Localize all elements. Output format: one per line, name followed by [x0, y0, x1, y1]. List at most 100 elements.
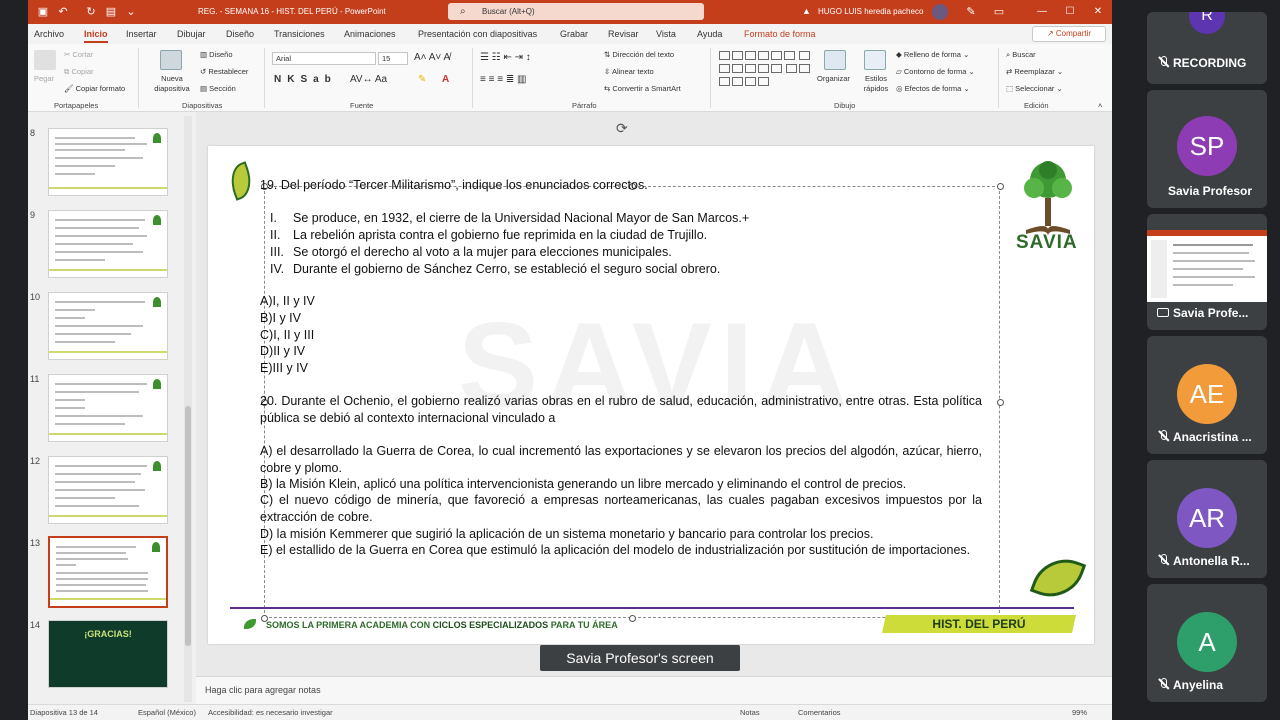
tab-archivo[interactable]: Archivo — [34, 29, 64, 39]
participant-tile[interactable]: AE Anacristina ... — [1147, 336, 1267, 454]
accessibility-status[interactable]: Accesibilidad: es necesario investigar — [208, 708, 333, 717]
answer-option[interactable]: B) la Misión Klein, aplicó una política … — [260, 476, 982, 493]
tab-ayuda[interactable]: Ayuda — [697, 29, 722, 39]
arrange-icon[interactable] — [824, 50, 846, 70]
question-19-title[interactable]: 19. Del período “Tercer Militarismo”, in… — [260, 177, 648, 194]
shape-outline-button[interactable]: ▱ Contorno de forma ⌄ — [896, 67, 975, 76]
highlight-icon[interactable]: ✎ — [418, 74, 426, 85]
format-painter-button[interactable]: 🖌 Copiar formato — [64, 84, 125, 93]
slide-thumbnail-13[interactable] — [48, 536, 168, 608]
resize-handle[interactable] — [997, 183, 1004, 190]
slide-thumbnail-10[interactable] — [48, 292, 168, 360]
tab-transiciones[interactable]: Transiciones — [274, 29, 325, 39]
thumbnails-scrollbar[interactable] — [184, 116, 192, 702]
answer-option[interactable]: A) el desarrollado la Guerra de Corea, l… — [260, 443, 982, 476]
answer-option[interactable]: C) el nuevo código de minería, que favor… — [260, 492, 982, 525]
save-icon[interactable]: ▣ — [36, 5, 50, 19]
font-grow-shrink-icons[interactable]: A˄ A˅ A̸ — [414, 52, 450, 63]
close-button[interactable]: ✕ — [1088, 4, 1108, 20]
maximize-button[interactable]: ☐ — [1060, 4, 1080, 20]
answer-option[interactable]: A)I, II y IV — [260, 293, 315, 310]
answer-option[interactable]: B)I y IV — [260, 310, 301, 327]
tab-animaciones[interactable]: Animaciones — [344, 29, 396, 39]
notes-pane[interactable]: Haga clic para agregar notas — [196, 676, 1112, 704]
paste-icon[interactable] — [34, 50, 56, 70]
question-20-title[interactable]: 20. Durante el Ochenio, el gobierno real… — [260, 393, 982, 426]
comments-toggle[interactable]: Comentarios — [798, 708, 841, 717]
new-slide-button[interactable]: Nueva diapositiva — [148, 74, 196, 94]
resize-handle[interactable] — [997, 399, 1004, 406]
tab-presentacion[interactable]: Presentación con diapositivas — [418, 29, 537, 39]
font-name-select[interactable]: Arial — [272, 52, 376, 65]
participant-tile-presenting[interactable]: Savia Profe... — [1147, 214, 1267, 330]
align-buttons[interactable]: ≡ ≡ ≡ ≣ ▥ — [480, 74, 526, 85]
char-spacing-case-icons[interactable]: AV↔ Aa — [350, 74, 387, 85]
cut-button[interactable]: ✂ Cortar — [64, 50, 93, 59]
slide-thumbnail-12[interactable] — [48, 456, 168, 524]
arrange-button[interactable]: Organizar — [817, 74, 850, 83]
user-avatar[interactable] — [932, 4, 948, 20]
font-color-icon[interactable]: A — [442, 74, 449, 85]
answer-option[interactable]: E) el estallido de la Guerra en Corea qu… — [260, 542, 982, 559]
statement-text[interactable]: La rebelión aprista contra el gobierno f… — [293, 227, 707, 244]
tab-formato-de-forma[interactable]: Formato de forma — [744, 29, 816, 39]
rotate-handle-icon[interactable]: ⟳ — [616, 120, 628, 137]
slide-thumbnail-14[interactable]: ¡GRACIAS! — [48, 620, 168, 688]
notes-toggle[interactable]: Notas — [740, 708, 760, 717]
warning-icon[interactable]: ▲ — [802, 6, 811, 16]
slide-thumbnail-11[interactable] — [48, 374, 168, 442]
replace-button[interactable]: ⇄ Reemplazar ⌄ — [1006, 67, 1063, 76]
tab-inicio[interactable]: Inicio — [84, 29, 108, 43]
language-indicator[interactable]: Español (México) — [138, 708, 196, 717]
layout-button[interactable]: ▥ Diseño — [200, 50, 233, 59]
minimize-button[interactable]: — — [1032, 4, 1052, 20]
undo-icon[interactable]: ↶ — [56, 5, 70, 19]
section-button[interactable]: ▤ Sección — [200, 84, 236, 93]
quick-styles-button[interactable]: Estilos rápidos — [856, 74, 896, 94]
tab-dibujar[interactable]: Dibujar — [177, 29, 206, 39]
search-box[interactable]: ⌕ Buscar (Alt+Q) — [448, 3, 704, 20]
editor-scrollbar[interactable] — [1100, 112, 1112, 672]
pen-icon[interactable]: ✎ — [964, 5, 978, 19]
answer-option[interactable]: D)II y IV — [260, 343, 305, 360]
tab-grabar[interactable]: Grabar — [560, 29, 588, 39]
font-size-select[interactable]: 15 — [378, 52, 408, 65]
align-text-button[interactable]: ⇳ Alinear texto — [604, 67, 654, 76]
participant-tile[interactable]: AR Antonella R... — [1147, 460, 1267, 578]
list-buttons[interactable]: ☰ ☷ ⇤ ⇥ ↕ — [480, 52, 531, 63]
paste-button[interactable]: Pegar — [34, 74, 54, 83]
copy-button[interactable]: ⧉ Copiar — [64, 67, 94, 77]
find-button[interactable]: ⌕ Buscar — [1006, 50, 1036, 60]
ribbon-display-icon[interactable]: ▭ — [992, 5, 1006, 19]
quick-styles-icon[interactable] — [864, 50, 886, 70]
slide-thumbnail-9[interactable] — [48, 210, 168, 278]
statement-text[interactable]: Se otorgó el derecho al voto a la mujer … — [293, 244, 672, 261]
participant-tile-recording[interactable]: R RECORDING — [1147, 12, 1267, 84]
participant-tile[interactable]: SP Savia Profesor — [1147, 90, 1267, 208]
statement-text[interactable]: Se produce, en 1932, el cierre de la Uni… — [293, 210, 749, 227]
present-icon[interactable]: ▤ — [104, 5, 118, 19]
redo-icon[interactable]: ↻ — [84, 5, 98, 19]
user-name[interactable]: HUGO LUIS heredia pacheco — [818, 7, 923, 16]
statement-text[interactable]: Durante el gobierno de Sánchez Cerro, se… — [293, 261, 720, 278]
tab-insertar[interactable]: Insertar — [126, 29, 157, 39]
zoom-level[interactable]: 99% — [1072, 708, 1087, 717]
collapse-ribbon-icon[interactable]: ˄ — [1098, 101, 1102, 110]
select-button[interactable]: ⬚ Seleccionar ⌄ — [1006, 84, 1063, 93]
font-style-buttons[interactable]: NKSab — [274, 74, 337, 85]
shapes-gallery[interactable] — [718, 50, 814, 89]
answer-option[interactable]: E)III y IV — [260, 360, 308, 377]
text-direction-button[interactable]: ⇅ Dirección del texto — [604, 50, 674, 59]
smartart-button[interactable]: ⇆ Convertir a SmartArt — [604, 84, 681, 93]
reset-button[interactable]: ↺ Restablecer — [200, 67, 248, 76]
tab-vista[interactable]: Vista — [656, 29, 676, 39]
answer-option[interactable]: C)I, II y III — [260, 327, 314, 344]
shape-fill-button[interactable]: ◆ Relleno de forma ⌄ — [896, 50, 969, 59]
tab-diseno[interactable]: Diseño — [226, 29, 254, 39]
share-button[interactable]: ↗ Compartir — [1032, 26, 1106, 42]
shape-effects-button[interactable]: ◎ Efectos de forma ⌄ — [896, 84, 970, 93]
answer-option[interactable]: D) la misión Kemmerer que sugirió la apl… — [260, 526, 982, 543]
slide-thumbnail-8[interactable] — [48, 128, 168, 196]
new-slide-icon[interactable] — [160, 50, 182, 70]
tab-revisar[interactable]: Revisar — [608, 29, 639, 39]
